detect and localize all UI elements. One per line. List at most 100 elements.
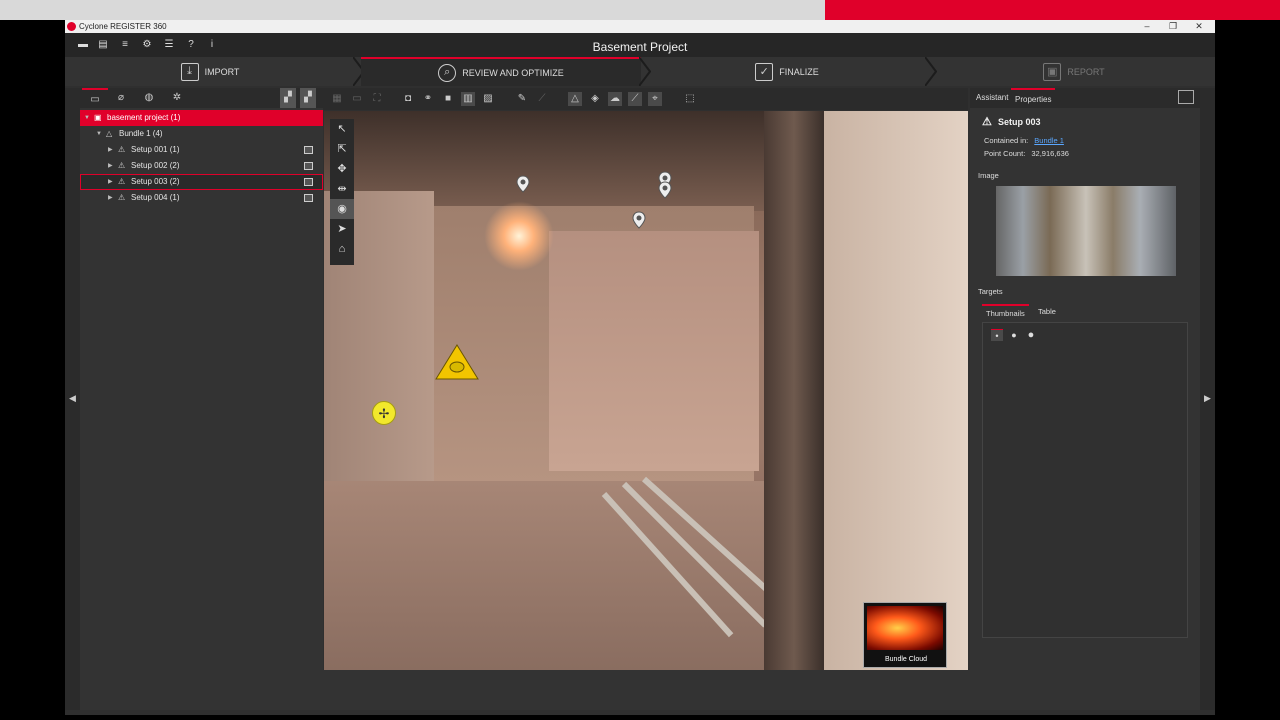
selection-dropdown-icon[interactable]: ⬚ [683, 92, 697, 106]
square-icon[interactable]: ■ [441, 92, 455, 106]
expand-right-icon[interactable]: ▶ [1204, 393, 1211, 404]
tree-filter-icon[interactable]: ▞ [280, 88, 296, 108]
tab-project-tree[interactable]: ▭ [82, 88, 108, 108]
layers-icon[interactable]: ▦ [330, 92, 344, 106]
left-collapse-strip[interactable]: ◀ [65, 88, 80, 710]
size-medium-icon[interactable]: ● [1008, 329, 1020, 341]
step-finalize-label: FINALIZE [779, 66, 819, 77]
collapse-left-icon[interactable]: ◀ [69, 393, 76, 404]
size-large-icon[interactable]: ● [1025, 329, 1037, 341]
step-finalize[interactable]: ✓ FINALIZE [647, 57, 927, 86]
tab-assistant[interactable]: Assistant [972, 88, 1012, 108]
image-icon[interactable] [304, 146, 313, 154]
properties-body: ⚠ Setup 003 Contained in: Bundle 1 Point… [974, 110, 1196, 638]
warning-filter-icon[interactable]: △ [568, 92, 582, 106]
step-import[interactable]: ⤓ IMPORT [65, 57, 355, 86]
tag-icon[interactable]: ◈ [588, 92, 602, 106]
measure-distance-icon[interactable]: ⇹ [330, 179, 354, 199]
contained-in-row: Contained in: Bundle 1 [974, 134, 1196, 147]
restore-button[interactable]: ❐ [1160, 20, 1186, 33]
measure-pencil-icon[interactable]: ✎ [515, 92, 529, 106]
split-view-icon[interactable]: ▥ [461, 92, 475, 106]
fit-view-icon[interactable]: ⛶ [370, 92, 384, 106]
copy-icon[interactable]: ▭ [350, 92, 364, 106]
measure-disabled-icon[interactable]: ⟋ [535, 92, 549, 106]
image-icon[interactable] [304, 162, 313, 170]
step-import-label: IMPORT [204, 66, 240, 77]
undock-panel-icon[interactable] [1178, 90, 1194, 104]
size-small-icon[interactable]: • [991, 329, 1003, 341]
cloud-icon[interactable]: ☁ [608, 92, 622, 106]
minimize-button[interactable]: – [1134, 20, 1160, 33]
setup-location-pin-icon[interactable] [658, 181, 672, 199]
properties-panel: Assistant Properties ⚠ Setup 003 Contain… [970, 88, 1200, 670]
expand-arrow-icon[interactable]: ▶ [108, 174, 116, 190]
scan-viewport[interactable]: ↖ ⇱ ✥ ⇹ ◉ ➤ ⌂ ✢ Bundle Cloud [324, 111, 968, 670]
setup-panorama-image[interactable] [996, 186, 1176, 276]
tab-globe[interactable]: ◍ [136, 88, 162, 108]
setup-warning-icon: ⚠ [118, 177, 126, 186]
tab-links[interactable]: ⌀ [108, 88, 134, 108]
warning-triangle-icon[interactable] [434, 343, 480, 381]
close-button[interactable]: ✕ [1186, 20, 1212, 33]
project-tree: ▼ ▣ basement project (1) ▼ △ Bundle 1 (4… [80, 110, 323, 206]
tree-item-setup[interactable]: ▶ ⚠ Setup 002 (2) [80, 158, 323, 174]
tree-item-setup[interactable]: ▶ ⚠ Setup 004 (1) [80, 190, 323, 206]
pan-icon[interactable]: ✥ [330, 159, 354, 179]
fly-icon[interactable]: ➤ [330, 219, 354, 239]
tree-item-root[interactable]: ▼ ▣ basement project (1) [80, 110, 323, 126]
bundle-cloud-label: Bundle Cloud [884, 656, 928, 663]
setup-warning-icon: ⚠ [982, 116, 992, 128]
tree-item-bundle[interactable]: ▼ △ Bundle 1 (4) [80, 126, 323, 142]
link-setup-icon[interactable]: ⚭ [421, 92, 435, 106]
title-bar: Cyclone REGISTER 360 – ❐ ✕ [65, 20, 1215, 33]
step-review-and-optimize[interactable]: ⌕ REVIEW AND OPTIMIZE [361, 57, 641, 86]
scan-pillar [764, 111, 824, 670]
expand-arrow-icon[interactable]: ▶ [108, 158, 116, 174]
select-points-icon[interactable]: ⇱ [330, 139, 354, 159]
setup-location-pin-icon[interactable] [632, 211, 646, 229]
image-view-icon[interactable]: ▨ [481, 92, 495, 106]
workflow-steps: ⤓ IMPORT ⌕ REVIEW AND OPTIMIZE ✓ FINALIZ… [65, 57, 1215, 86]
tab-targets[interactable]: ✲ [164, 88, 190, 108]
location-pin-icon[interactable]: ⌖ [648, 92, 662, 106]
camera-icon[interactable]: ◘ [401, 92, 415, 106]
expand-arrow-icon[interactable]: ▶ [108, 190, 116, 206]
scan-light-flare [484, 201, 554, 271]
selected-item-title: Setup 003 [998, 117, 1041, 127]
tree-filter-2-icon[interactable]: ▞ [300, 88, 316, 108]
select-arrow-icon[interactable]: ↖ [330, 119, 354, 139]
targets-thumbnail-area: • ● ● [982, 322, 1188, 638]
point-count-label: Point Count: [984, 149, 1026, 158]
step-report[interactable]: ▣ REPORT [933, 57, 1215, 86]
move-cursor-icon: ✢ [372, 401, 396, 425]
tab-properties[interactable]: Properties [1011, 88, 1056, 108]
bundle-cloud-thumbnail[interactable]: Bundle Cloud [863, 602, 947, 668]
contained-in-link[interactable]: Bundle 1 [1034, 136, 1064, 145]
home-view-icon[interactable]: ⌂ [330, 239, 354, 259]
point-count-value: 32,916,636 [1031, 149, 1069, 158]
setup-location-pin-icon[interactable] [516, 175, 530, 193]
setup-warning-icon: ⚠ [118, 161, 126, 170]
app-window: Cyclone REGISTER 360 – ❐ ✕ ▬ ▤ ≡ ⚙ ☰ ? i… [65, 20, 1215, 715]
tree-item-label: Bundle 1 (4) [119, 129, 163, 138]
project-icon: ▣ [94, 113, 102, 122]
image-icon[interactable] [304, 194, 313, 202]
bottom-status-area [323, 670, 1200, 710]
step-review-label: REVIEW AND OPTIMIZE [462, 67, 564, 78]
image-section-title: Image [978, 171, 999, 180]
pano-view-icon[interactable]: ◉ [330, 199, 354, 219]
project-tree-panel: ▭ ⌀ ◍ ✲ ▞ ▞ ▼ ▣ basement project (1) ▼ △… [80, 88, 323, 710]
image-icon[interactable] [304, 178, 313, 186]
ruler-icon[interactable]: ⟋ [628, 92, 642, 106]
tree-item-setup[interactable]: ▶ ⚠ Setup 001 (1) [80, 142, 323, 158]
expand-arrow-icon[interactable]: ▼ [84, 110, 92, 126]
bundle-cloud-preview [867, 606, 943, 650]
expand-arrow-icon[interactable]: ▶ [108, 142, 116, 158]
right-collapse-strip[interactable]: ▶ [1200, 88, 1215, 710]
expand-arrow-icon[interactable]: ▼ [96, 126, 104, 142]
tab-thumbnails[interactable]: Thumbnails [982, 304, 1029, 320]
tab-table[interactable]: Table [1034, 304, 1060, 320]
scan-back-wall [549, 231, 759, 471]
tree-item-setup[interactable]: ▶ ⚠ Setup 003 (2) [80, 174, 323, 190]
